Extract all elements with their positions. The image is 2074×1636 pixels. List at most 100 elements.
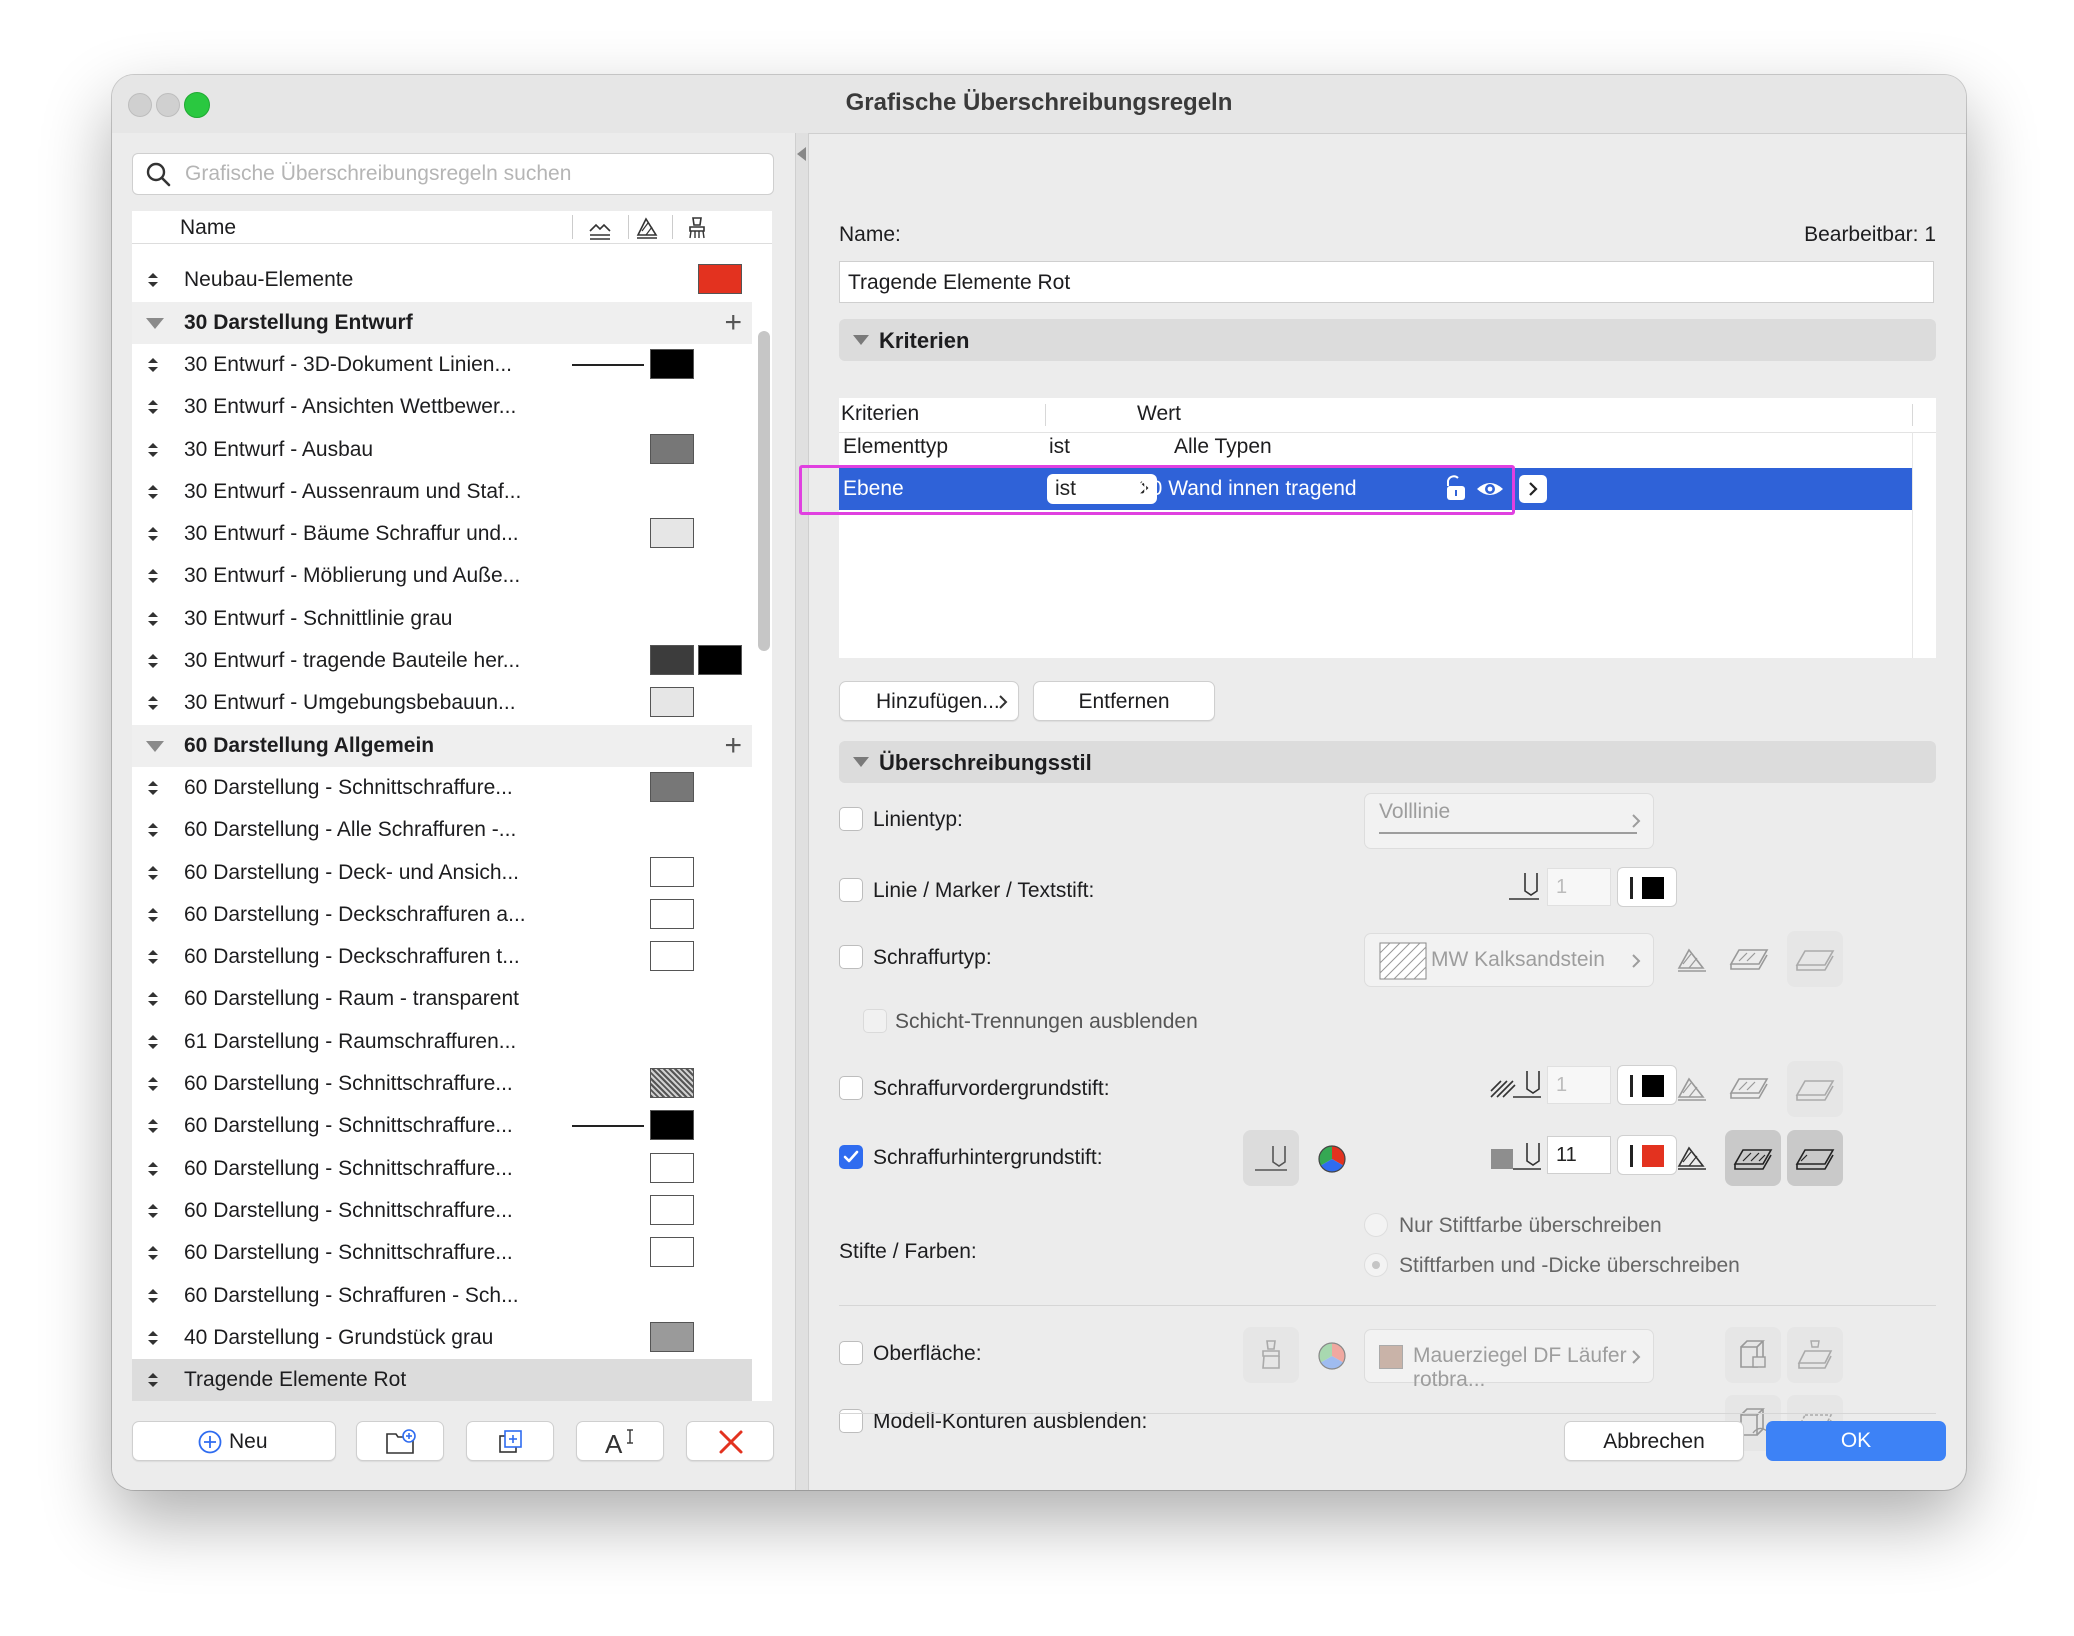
list-item[interactable]: 60 Darstellung - Deckschraffuren t... xyxy=(132,936,752,978)
criteria-row-elementtype[interactable]: Elementtyp ist Alle Typen xyxy=(839,426,1912,468)
list-item[interactable]: 60 Darstellung - Schnittschraffure... xyxy=(132,1190,752,1232)
new-rule-button[interactable]: Neu xyxy=(132,1421,336,1461)
list-item[interactable]: 30 Entwurf - tragende Bauteile her... xyxy=(132,640,752,682)
drag-handle-icon[interactable] xyxy=(146,693,160,713)
add-rule-to-group-button[interactable]: + xyxy=(724,306,742,340)
drag-handle-icon[interactable] xyxy=(146,355,160,375)
linepen-color-button[interactable] xyxy=(1617,867,1677,907)
cancel-button[interactable]: Abbrechen xyxy=(1564,1421,1744,1461)
column-value-header[interactable]: Wert xyxy=(1137,402,1181,426)
group-row[interactable]: +60 Darstellung Allgemein xyxy=(132,724,752,767)
color-wheel-icon[interactable] xyxy=(1317,1341,1347,1371)
drag-handle-icon[interactable] xyxy=(146,482,160,502)
surface-dropdown[interactable]: Mauerziegel DF Läufer rotbra... xyxy=(1364,1329,1654,1391)
list-item[interactable]: 61 Darstellung - Raumschraffuren... xyxy=(132,1021,752,1063)
remove-criterion-button[interactable]: Entfernen xyxy=(1033,681,1215,721)
rename-button[interactable]: A xyxy=(576,1421,664,1461)
bg-pen-color-button[interactable] xyxy=(1617,1135,1677,1175)
hide-layers-checkbox[interactable] xyxy=(863,1009,887,1033)
list-item[interactable]: 40 Darstellung - Grundstück grau xyxy=(132,1317,752,1359)
linetype-dropdown[interactable]: Volllinie xyxy=(1364,793,1654,849)
linetype-checkbox[interactable] xyxy=(839,807,863,831)
duplicate-button[interactable] xyxy=(466,1421,554,1461)
collapse-arrow-icon[interactable] xyxy=(797,147,806,161)
group-row[interactable]: +30 Darstellung Entwurf xyxy=(132,301,752,344)
surface-cut-button[interactable] xyxy=(1725,1327,1781,1383)
drag-handle-icon[interactable] xyxy=(146,524,160,544)
search-input[interactable] xyxy=(183,158,757,190)
drag-handle-icon[interactable] xyxy=(146,1159,160,1179)
drag-handle-icon[interactable] xyxy=(146,397,160,417)
style-section-header[interactable]: Überschreibungsstil xyxy=(839,741,1936,783)
drag-handle-icon[interactable] xyxy=(146,778,160,798)
drafting-fill-button[interactable] xyxy=(1787,1061,1843,1117)
bg-pen-checkbox[interactable] xyxy=(839,1145,863,1169)
drag-handle-icon[interactable] xyxy=(146,651,160,671)
cut-fill-icon[interactable] xyxy=(1675,1142,1709,1172)
disclosure-triangle-icon[interactable] xyxy=(146,317,164,329)
drag-handle-icon[interactable] xyxy=(146,863,160,883)
delete-button[interactable] xyxy=(686,1421,774,1461)
filltype-checkbox[interactable] xyxy=(839,945,863,969)
list-item[interactable]: 60 Darstellung - Schnittschraffure... xyxy=(132,1148,752,1190)
list-item[interactable]: 60 Darstellung - Deckschraffuren a... xyxy=(132,894,752,936)
linepen-checkbox[interactable] xyxy=(839,878,863,902)
pen-color-weight-radio[interactable] xyxy=(1364,1253,1388,1277)
surface-cover-button[interactable] xyxy=(1787,1327,1843,1383)
list-item[interactable]: 30 Entwurf - 3D-Dokument Linien... xyxy=(132,344,752,386)
drafting-fill-button[interactable] xyxy=(1787,931,1843,987)
list-item[interactable]: 30 Entwurf - Bäume Schraffur und... xyxy=(132,513,752,555)
cut-fill-icon[interactable] xyxy=(1675,944,1709,974)
ok-button[interactable]: OK xyxy=(1766,1421,1946,1461)
drag-handle-icon[interactable] xyxy=(146,1243,160,1263)
drag-handle-icon[interactable] xyxy=(146,609,160,629)
drag-handle-icon[interactable] xyxy=(146,1370,160,1390)
pen-color-only-radio[interactable] xyxy=(1364,1213,1388,1237)
drag-handle-icon[interactable] xyxy=(146,820,160,840)
search-box[interactable] xyxy=(132,153,774,195)
list-item[interactable]: 60 Darstellung - Schnittschraffure... xyxy=(132,1232,752,1274)
drag-handle-icon[interactable] xyxy=(146,1201,160,1221)
value-picker-button[interactable] xyxy=(1519,475,1547,503)
list-item[interactable]: 60 Darstellung - Raum - transparent xyxy=(132,978,752,1020)
drag-handle-icon[interactable] xyxy=(146,1032,160,1052)
list-item[interactable]: 60 Darstellung - Schraffuren - Sch... xyxy=(132,1275,752,1317)
column-name-header[interactable]: Name xyxy=(180,216,236,240)
drag-handle-icon[interactable] xyxy=(146,947,160,967)
cover-fill-icon[interactable] xyxy=(1729,1073,1769,1103)
bg-pen-number[interactable]: 11 xyxy=(1547,1136,1611,1174)
color-wheel-icon[interactable] xyxy=(1317,1144,1347,1174)
drag-handle-icon[interactable] xyxy=(146,440,160,460)
cover-fill-button[interactable] xyxy=(1725,1130,1781,1186)
disclosure-triangle-icon[interactable] xyxy=(146,740,164,752)
add-rule-to-group-button[interactable]: + xyxy=(724,729,742,763)
drag-handle-icon[interactable] xyxy=(146,1328,160,1348)
list-scrollbar[interactable] xyxy=(758,331,770,651)
list-item[interactable]: Neubau-Elemente xyxy=(132,259,752,301)
list-item[interactable]: 60 Darstellung - Schnittschraffure... xyxy=(132,1105,752,1147)
criteria-section-header[interactable]: Kriterien xyxy=(839,319,1936,361)
drag-handle-icon[interactable] xyxy=(146,566,160,586)
drag-handle-icon[interactable] xyxy=(146,1286,160,1306)
fg-pen-checkbox[interactable] xyxy=(839,1076,863,1100)
list-item[interactable]: Tragende Elemente Rot xyxy=(132,1359,752,1401)
list-item[interactable]: 60 Darstellung - Deck- und Ansich... xyxy=(132,852,752,894)
add-criterion-button[interactable]: Hinzufügen... xyxy=(839,681,1019,721)
cut-fill-icon[interactable] xyxy=(1675,1073,1709,1103)
list-item[interactable]: 30 Entwurf - Ansichten Wettbewer... xyxy=(132,386,752,428)
list-item[interactable]: 60 Darstellung - Schnittschraffure... xyxy=(132,767,752,809)
surface-checkbox[interactable] xyxy=(839,1341,863,1365)
drafting-fill-button[interactable] xyxy=(1787,1130,1843,1186)
list-item[interactable]: 60 Darstellung - Alle Schraffuren -... xyxy=(132,809,752,851)
drag-handle-icon[interactable] xyxy=(146,1074,160,1094)
new-folder-button[interactable] xyxy=(356,1421,444,1461)
linepen-number[interactable]: 1 xyxy=(1547,868,1611,906)
list-item[interactable]: 30 Entwurf - Umgebungsbebauun... xyxy=(132,682,752,724)
list-item[interactable]: 60 Darstellung - Schnittschraffure... xyxy=(132,1063,752,1105)
list-item[interactable]: 30 Entwurf - Möblierung und Auße... xyxy=(132,555,752,597)
name-field[interactable]: Tragende Elemente Rot xyxy=(839,261,1934,303)
list-item[interactable]: 30 Entwurf - Schnittlinie grau xyxy=(132,598,752,640)
drag-handle-icon[interactable] xyxy=(146,905,160,925)
bg-pen-mode-button[interactable] xyxy=(1243,1130,1299,1186)
column-criteria-header[interactable]: Kriterien xyxy=(841,402,919,426)
